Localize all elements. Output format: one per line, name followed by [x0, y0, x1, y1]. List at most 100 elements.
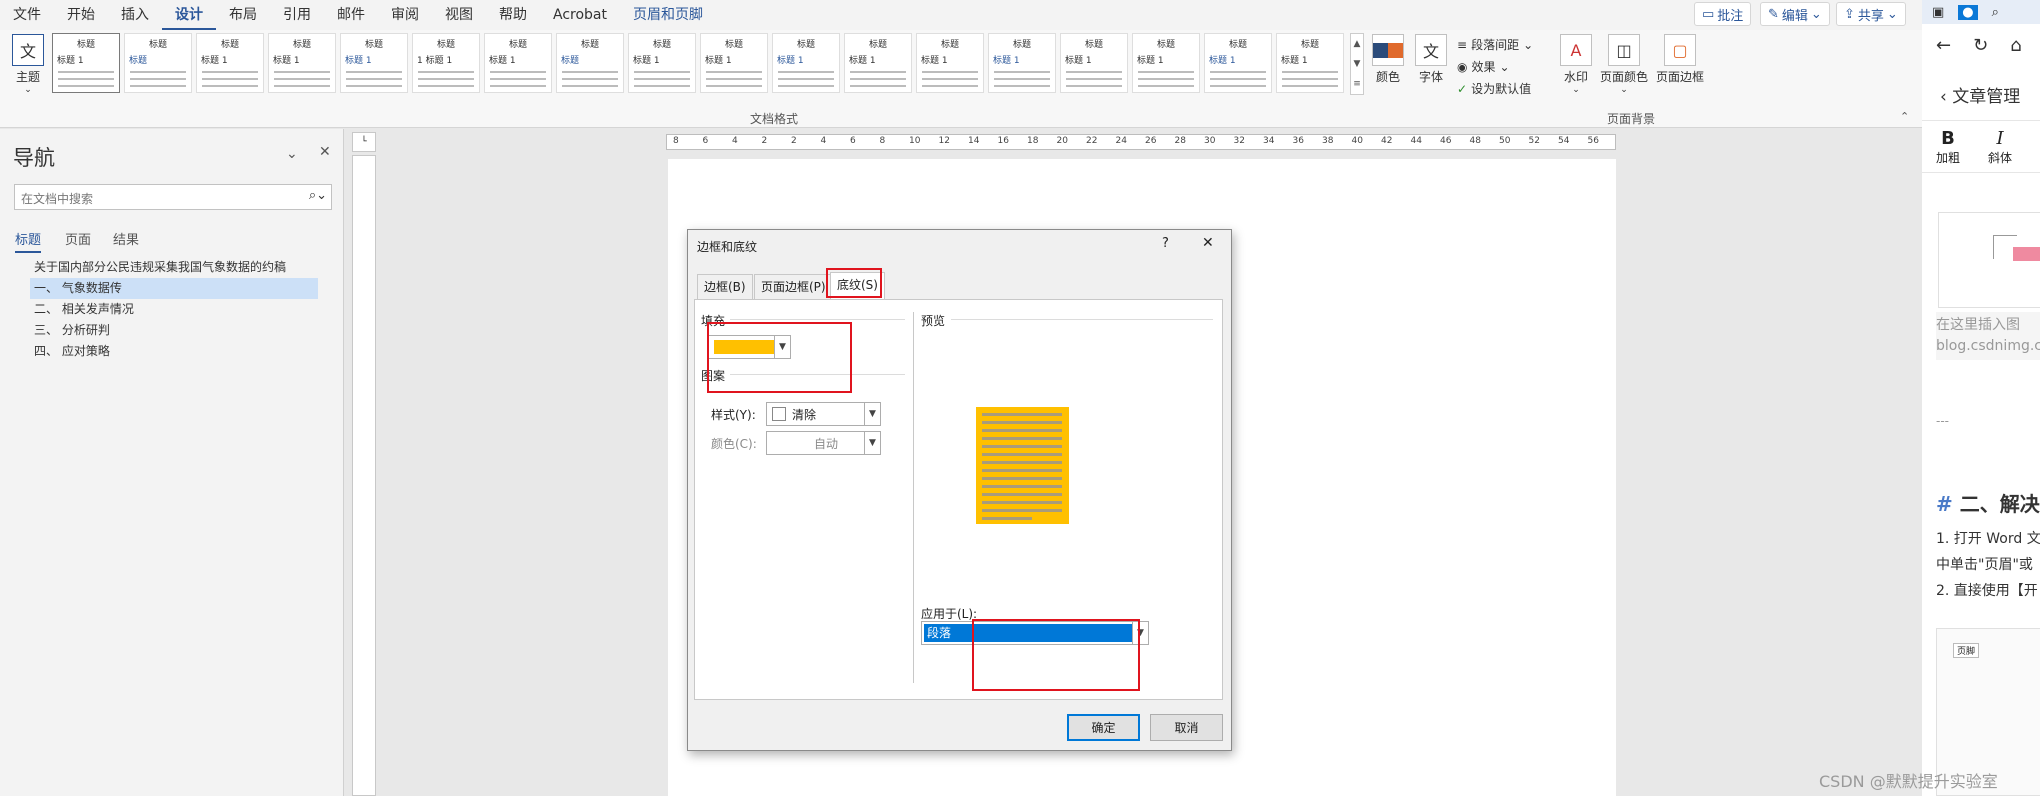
font-icon: 文	[1415, 34, 1447, 66]
ruler-tick-label: 34	[1263, 136, 1275, 146]
share-button[interactable]: ⇪ 共享 ⌄	[1836, 2, 1906, 26]
chevron-down-icon[interactable]: ⌄	[286, 146, 298, 162]
effects-icon: ◉	[1457, 59, 1468, 74]
menu-view[interactable]: 视图	[432, 0, 486, 30]
colors-button[interactable]: 颜色	[1372, 34, 1404, 85]
page-borders-button[interactable]: ▢ 页面边框	[1656, 34, 1704, 85]
text-line	[202, 85, 258, 87]
nav-heading-item[interactable]: 二、 相关发声情况	[30, 299, 318, 320]
watermark-label: 水印	[1563, 70, 1588, 84]
menu-home[interactable]: 开始	[54, 0, 108, 30]
apply-to-select[interactable]: 段落 ▼	[921, 621, 1149, 645]
tab-headings[interactable]: 标题	[15, 229, 42, 253]
gallery-scroll[interactable]: ▲ ▼ ≡	[1350, 33, 1364, 95]
text-line	[58, 78, 114, 80]
effects-button[interactable]: ◉ 效果 ⌄	[1457, 58, 1510, 75]
menu-acrobat[interactable]: Acrobat	[540, 0, 620, 30]
refresh-icon[interactable]: ↻	[1973, 35, 1988, 56]
watermark-button[interactable]: A 水印 ⌄	[1560, 34, 1592, 95]
profile-icon[interactable]: ●	[1958, 4, 1978, 20]
tab-page-border[interactable]: 页面边框(P)	[754, 274, 833, 300]
ok-button[interactable]: 确定	[1067, 714, 1140, 741]
close-icon[interactable]: ✕	[319, 144, 331, 160]
text-line	[1066, 92, 1122, 93]
fill-color-picker[interactable]: ▼	[708, 335, 791, 359]
style-gallery-item[interactable]: 标题 标题 1	[484, 33, 552, 93]
nav-heading-item[interactable]: 四、 应对策略	[30, 341, 318, 362]
style-gallery-item[interactable]: 标题 标题 1	[1276, 33, 1344, 93]
tab-pages[interactable]: 页面	[65, 229, 91, 248]
menu-mailings[interactable]: 邮件	[324, 0, 378, 30]
style-subtitle: 标题 1	[1281, 56, 1308, 66]
theme-button[interactable]: 文 主题 ⌄	[12, 34, 44, 95]
back-arrow-icon[interactable]: ←	[1936, 35, 1951, 56]
text-line	[778, 92, 834, 93]
style-gallery-item[interactable]: 标题 1 标题 1	[412, 33, 480, 93]
search-icon[interactable]: ⌕	[1992, 5, 1999, 20]
body-line: 2. 直接使用【开	[1936, 583, 2038, 599]
menu-references[interactable]: 引用	[270, 0, 324, 30]
comment-button[interactable]: ▭ 批注	[1694, 2, 1752, 26]
style-gallery-item[interactable]: 标题 标题 1	[1204, 33, 1272, 93]
style-gallery-item[interactable]: 标题 标题 1	[700, 33, 768, 93]
text-line	[1210, 92, 1266, 93]
preview-text-line	[982, 437, 1062, 440]
style-gallery-item[interactable]: 标题 标题 1	[196, 33, 264, 93]
search-input[interactable]: 在文档中搜索 ⌕⌄	[14, 184, 332, 210]
cancel-button[interactable]: 取消	[1150, 714, 1223, 741]
style-gallery-item[interactable]: 标题 标题 1	[628, 33, 696, 93]
tab-icon[interactable]: ▣	[1932, 5, 1944, 20]
style-select[interactable]: 清除 ▼	[766, 402, 881, 426]
menu-header-footer[interactable]: 页眉和页脚	[620, 0, 716, 30]
chevron-down-icon[interactable]: ▼	[774, 336, 790, 358]
menu-design[interactable]: 设计	[162, 0, 216, 30]
style-gallery-item[interactable]: 标题 标题 1	[772, 33, 840, 93]
style-gallery-item[interactable]: 标题 标题 1	[1060, 33, 1128, 93]
page-color-button[interactable]: ◫ 页面颜色 ⌄	[1600, 34, 1648, 95]
chevron-down-icon: ⌄	[1810, 6, 1822, 22]
italic-button[interactable]: I 斜体	[1988, 128, 2012, 166]
style-title: 标题	[868, 40, 887, 50]
text-line	[850, 71, 906, 73]
menu-layout[interactable]: 布局	[216, 0, 270, 30]
style-gallery-item[interactable]: 标题 标题	[124, 33, 192, 93]
home-icon[interactable]: ⌂	[2010, 35, 2021, 56]
style-gallery-item[interactable]: 标题 标题 1	[988, 33, 1056, 93]
ribbon: 文 主题 ⌄ 标题 标题 1 标题 标题 标题 标题 1 标题 标题 1 标题 标题 1 标题 1 标…	[0, 30, 1922, 128]
paragraph-spacing-button[interactable]: ≡ 段落间距 ⌄	[1457, 36, 1533, 53]
nav-heading-item[interactable]: 一、 气象数据传	[30, 278, 318, 299]
close-icon[interactable]: ✕	[1202, 235, 1214, 251]
search-icon[interactable]: ⌕⌄	[309, 188, 327, 203]
menu-help[interactable]: 帮助	[486, 0, 540, 30]
style-gallery-item[interactable]: 标题 标题 1	[916, 33, 984, 93]
nav-heading-item[interactable]: 三、 分析研判	[30, 320, 318, 341]
chevron-down-icon[interactable]: ▼	[1132, 622, 1148, 644]
style-gallery-item[interactable]: 标题 标题 1	[844, 33, 912, 93]
help-button[interactable]: ?	[1162, 236, 1169, 251]
style-gallery-item[interactable]: 标题 标题	[556, 33, 624, 93]
preview-text-line	[982, 477, 1062, 480]
edit-button[interactable]: ✎ 编辑 ⌄	[1760, 2, 1830, 26]
style-gallery-item[interactable]: 标题 标题 1	[52, 33, 120, 93]
chevron-down-icon[interactable]: ▼	[864, 403, 880, 425]
menu-insert[interactable]: 插入	[108, 0, 162, 30]
article-manage-link[interactable]: ‹ 文章管理	[1940, 82, 2020, 107]
tab-borders[interactable]: 边框(B)	[697, 274, 753, 300]
set-default-button[interactable]: ✓ 设为默认值	[1457, 80, 1531, 97]
tab-shading[interactable]: 底纹(S)	[830, 272, 885, 300]
menu-file[interactable]: 文件	[0, 0, 54, 30]
menu-review[interactable]: 审阅	[378, 0, 432, 30]
collapse-ribbon-icon[interactable]: ⌃	[1900, 110, 1909, 123]
style-gallery-item[interactable]: 标题 标题 1	[268, 33, 336, 93]
preview-text-line	[982, 453, 1062, 456]
style-gallery-item[interactable]: 标题 标题 1	[340, 33, 408, 93]
style-gallery-item[interactable]: 标题 标题 1	[1132, 33, 1200, 93]
tab-results[interactable]: 结果	[113, 229, 139, 248]
bold-button[interactable]: B 加粗	[1936, 128, 1960, 166]
preview-text-line	[982, 509, 1062, 512]
doc-format-group-label: 文档格式	[750, 112, 799, 126]
borders-shading-dialog: 边框和底纹 ? ✕ 边框(B) 页面边框(P) 底纹(S) 填充 ▼ 图案 样式…	[687, 229, 1232, 751]
fonts-button[interactable]: 文 字体	[1415, 34, 1447, 85]
italic-label: 斜体	[1988, 151, 2013, 165]
nav-heading-item[interactable]: 关于国内部分公民违规采集我国气象数据的约稿	[30, 257, 318, 278]
